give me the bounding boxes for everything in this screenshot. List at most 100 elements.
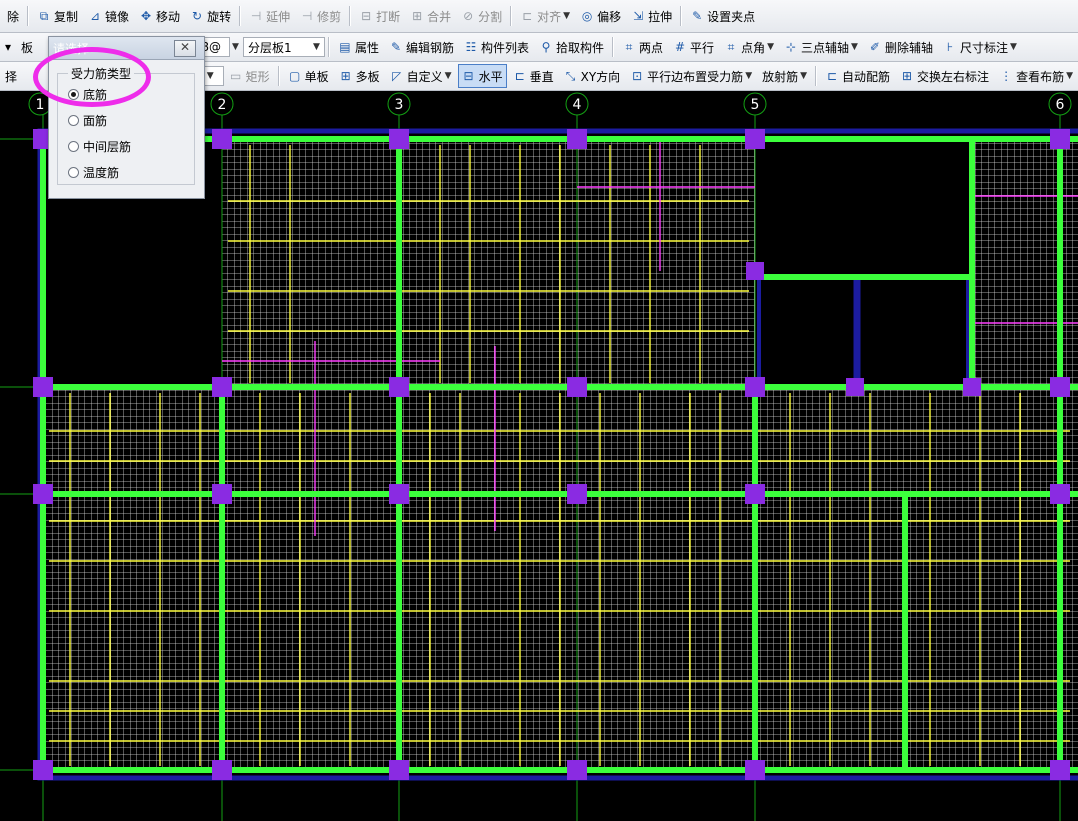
column [212,377,232,397]
component-button-3[interactable]: ⚲ 拾取构件 [535,35,608,59]
axis-label-3: 3 [395,97,404,113]
draw-button-0[interactable]: ▭ 矩形 [225,64,274,88]
chevron-down-icon: ▼ [1066,71,1073,81]
component-button-9[interactable]: ⊦ 尺寸标注 ▼ [939,35,1021,59]
component-button-8[interactable]: ✐ 删除辅轴 [864,35,937,59]
edit-button-7[interactable]: ⊟ 打断 [355,4,404,28]
radio-option-2[interactable]: 中间层筋 [68,138,131,155]
separator [277,66,280,86]
component-icon-0: ▤ [339,40,351,54]
radio-button[interactable] [68,141,79,152]
radio-button[interactable] [68,89,79,100]
edit-button-5[interactable]: ⊣ 延伸 [245,4,294,28]
separator [680,6,683,26]
edit-button-11[interactable]: ◎ 偏移 [576,4,625,28]
edit-label-0: 除 [7,9,20,24]
draw-button-9[interactable]: ⊏ 自动配筋 [821,64,894,88]
column [567,377,587,397]
draw-button-6[interactable]: ⤡ XY方向 [560,64,625,88]
select-label[interactable]: 择 [1,64,21,88]
edit-label-10: 对齐 [537,9,562,24]
column [567,129,587,149]
draw-button-4[interactable]: ⊟ 水平 [457,64,507,88]
close-button[interactable]: ✕ [174,40,196,57]
draw-icon-7: ⊡ [632,69,643,83]
separator [239,6,242,26]
axis-label-1: 1 [36,97,45,113]
column [1050,760,1070,780]
draw-icon-9: ⊏ [827,69,838,83]
dialog-title: 请选择 [53,41,90,56]
column [963,378,981,396]
draw-button-1[interactable]: ▢ 单板 [284,64,333,88]
radio-option-0[interactable]: 底筋 [68,86,107,103]
draw-button-10[interactable]: ⊞ 交换左右标注 [896,64,993,88]
draw-button-3[interactable]: ◸ 自定义 ▼ [386,64,456,88]
edit-label-3: 移动 [156,9,181,24]
draw-button-11[interactable]: ⋮ 查看布筋 ▼ [995,64,1077,88]
edit-label-7: 打断 [376,9,401,24]
edit-label-5: 延伸 [266,9,291,24]
edit-icon-1: ⧉ [39,9,49,23]
component-button-2[interactable]: ☷ 构件列表 [460,35,533,59]
layer-combo[interactable]: 分层板1 ▼ [242,37,325,57]
edit-toolbar: 除 ⧉ 复制 ⊿ 镜像 ✥ 移动 ↻ 旋转 ⊣ 延伸 ⊣ 修剪 ⊟ 打断 ⊞ 合并 ⊘ 分割 ⊏ 对齐 ▼ ◎ 偏移 ⇲ 拉伸 ✎ 设… [0,0,1078,33]
edit-button-6[interactable]: ⊣ 修剪 [296,4,345,28]
draw-button-5[interactable]: ⊏ 垂直 [509,64,558,88]
component-button-5[interactable]: # 平行 [669,35,718,59]
radio-button[interactable] [68,167,79,178]
edit-icon-10: ⊏ [522,9,533,23]
edit-button-0[interactable]: 除 [3,4,23,28]
column [212,484,232,504]
chevron-down-icon: ▼ [800,71,808,81]
component-button-6[interactable]: ⌗ 点角 ▼ [720,35,778,59]
edit-button-12[interactable]: ⇲ 拉伸 [627,4,676,28]
component-icon-3: ⚲ [541,40,551,54]
edit-label-4: 旋转 [207,9,232,24]
radio-label: 底筋 [83,88,108,102]
column [212,129,232,149]
component-icon-1: ✎ [390,40,402,54]
chevron-down-icon[interactable]: ▼ [232,42,239,52]
edit-button-13[interactable]: ✎ 设置夹点 [686,4,759,28]
component-label-2: 构件列表 [481,40,530,55]
draw-icon-10: ⊞ [902,69,913,83]
edit-button-3[interactable]: ✥ 移动 [135,4,184,28]
layer-value: 分层板1 [247,40,292,55]
edit-icon-13: ✎ [692,9,703,23]
component-button-7[interactable]: ⊹ 三点辅轴 ▼ [780,35,862,59]
chevron-down-icon: ▼ [745,71,753,81]
edit-icon-7: ⊟ [361,9,372,23]
draw-button-7[interactable]: ⊡ 平行边布置受力筋 ▼ [626,64,756,88]
edit-button-10[interactable]: ⊏ 对齐 ▼ [516,4,574,28]
drawing-canvas[interactable]: 1 2 3 4 5 6 [0,91,1078,821]
edit-button-1[interactable]: ⧉ 复制 [33,4,82,28]
slab-rebar-mesh-0 [222,139,755,387]
radio-option-1[interactable]: 面筋 [68,112,107,129]
draw-label-6: XY方向 [580,69,621,84]
column [1050,377,1070,397]
column [33,760,53,780]
component-button-4[interactable]: ⌗ 两点 [618,35,667,59]
component-label-5: 平行 [690,40,715,55]
radio-option-3[interactable]: 温度筋 [68,164,119,181]
draw-icon-11: ⋮ [1000,69,1013,83]
component-button-0[interactable]: ▤ 属性 [334,35,383,59]
edit-button-2[interactable]: ⊿ 镜像 [84,4,133,28]
edit-button-9[interactable]: ⊘ 分割 [457,4,506,28]
column [212,760,232,780]
edit-button-4[interactable]: ↻ 旋转 [186,4,235,28]
draw-label-11: 查看布筋 [1016,69,1065,84]
component-button-1[interactable]: ✎ 编辑钢筋 [385,35,458,59]
draw-button-2[interactable]: ⊞ 多板 [335,64,384,88]
radio-button[interactable] [68,115,79,126]
column [1050,129,1070,149]
column [745,377,765,397]
axis-label-6: 6 [1056,97,1065,113]
draw-button-8[interactable]: 放射筋 ▼ [758,64,811,88]
draw-label-4: 水平 [478,69,503,84]
left-dropdown[interactable]: ▾ [1,35,15,59]
edit-button-8[interactable]: ⊞ 合并 [406,4,455,28]
edit-label-8: 合并 [427,9,452,24]
draw-icon-4: ⊟ [463,69,474,83]
